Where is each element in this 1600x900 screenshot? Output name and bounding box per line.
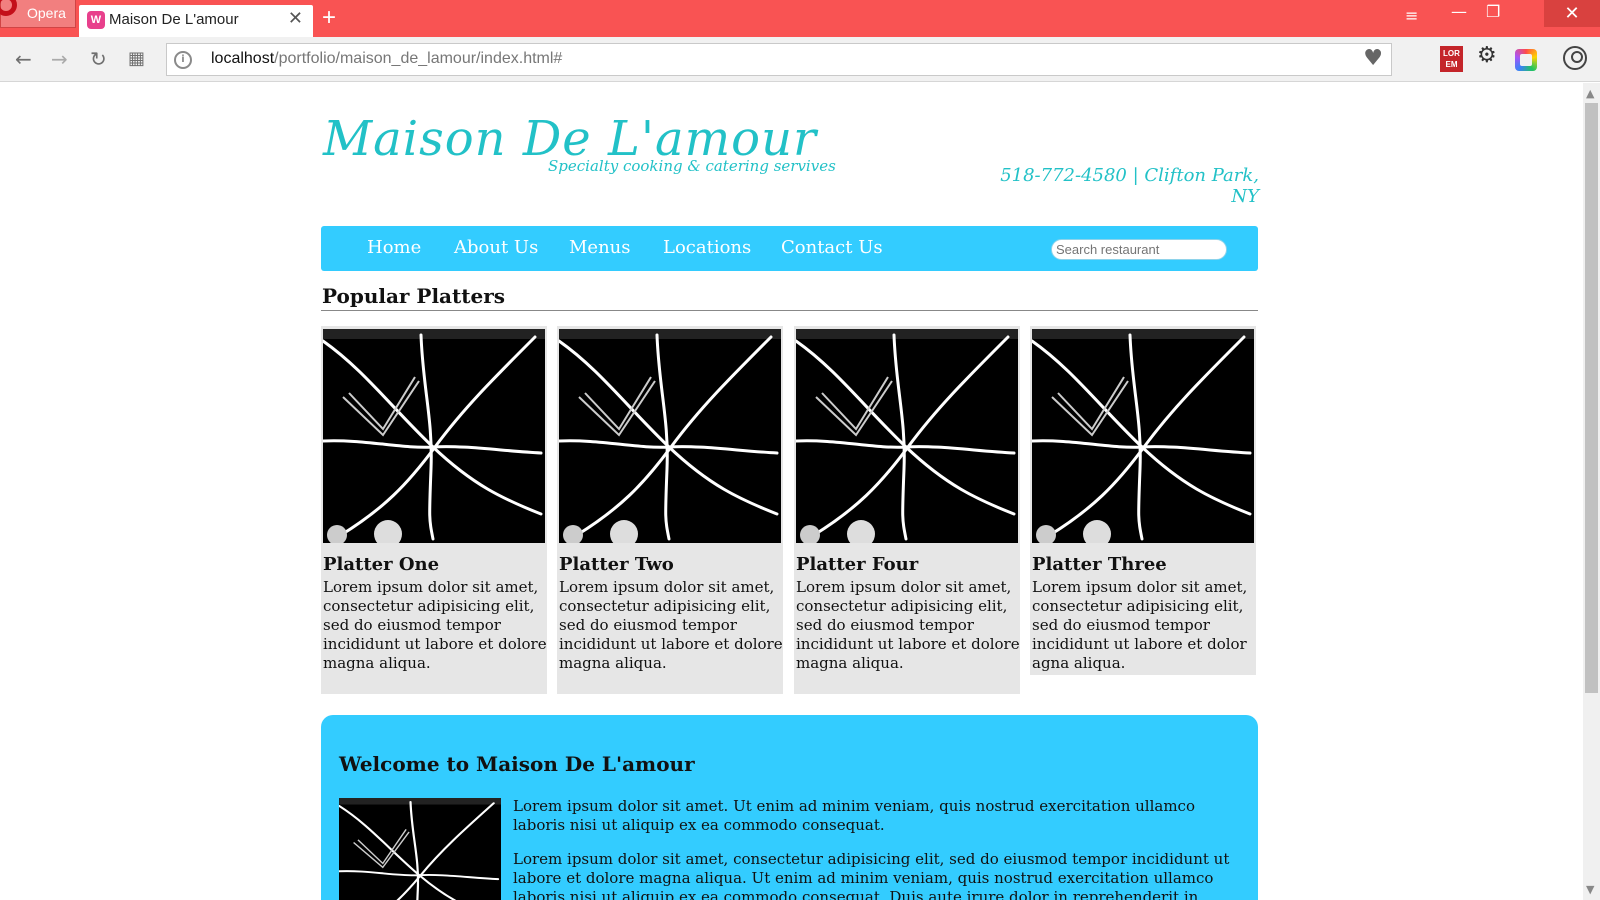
scroll-thumb[interactable]: [1585, 103, 1598, 693]
gear-icon[interactable]: ⚙: [1477, 43, 1497, 68]
nav-home[interactable]: Home: [367, 237, 421, 258]
user-icon[interactable]: [1563, 46, 1587, 70]
opera-logo-icon: [0, 0, 17, 16]
close-icon[interactable]: ✕: [288, 8, 303, 29]
platter-description: Lorem ipsum dolor sit amet, consectetur …: [1032, 578, 1248, 672]
url-host: localhost: [211, 50, 275, 67]
platter-image: [323, 329, 545, 543]
platter-title: Platter Three: [1032, 554, 1167, 575]
color-extension-icon[interactable]: [1515, 49, 1537, 71]
platter-image: [1032, 329, 1254, 543]
site-info-icon[interactable]: i: [174, 51, 192, 69]
url-path: /portfolio/maison_de_lamour/index.html#: [274, 50, 563, 67]
welcome-image: [339, 798, 501, 900]
reload-icon[interactable]: ↻: [90, 47, 107, 71]
site-tagline: Specialty cooking & catering servives: [548, 157, 836, 175]
tab-title: Maison De L'amour: [109, 11, 239, 28]
platter-image: [796, 329, 1018, 543]
welcome-title: Welcome to Maison De L'amour: [339, 752, 695, 776]
plus-icon[interactable]: +: [322, 4, 336, 32]
maximize-icon[interactable]: ❐: [1486, 2, 1500, 21]
platter-title: Platter One: [323, 554, 440, 575]
platter-description: Lorem ipsum dolor sit amet, consectetur …: [323, 578, 547, 672]
opera-label: Opera: [27, 5, 66, 21]
menu-icon[interactable]: ≡: [1405, 6, 1418, 25]
opera-menu-button[interactable]: Opera: [0, 0, 76, 28]
platter-card[interactable]: Platter Two Lorem ipsum dolor sit amet, …: [557, 326, 783, 694]
grid-icon[interactable]: ▦: [128, 48, 145, 69]
forward-icon[interactable]: →: [51, 47, 68, 71]
url-text[interactable]: localhost/portfolio/maison_de_lamour/ind…: [211, 50, 562, 68]
search-input[interactable]: [1051, 239, 1227, 260]
platter-title: Platter Four: [796, 554, 919, 575]
platter-card[interactable]: Platter Three Lorem ipsum dolor sit amet…: [1030, 326, 1256, 675]
platter-card[interactable]: Platter One Lorem ipsum dolor sit amet, …: [321, 326, 547, 694]
back-icon[interactable]: ←: [15, 47, 32, 71]
site-contact: 518-772-4580 | Clifton Park, NY: [1000, 165, 1259, 207]
lorem-extension-icon[interactable]: LOR EM: [1440, 46, 1463, 72]
nav-menus[interactable]: Menus: [569, 237, 631, 258]
browser-titlebar: Opera W Maison De L'amour ✕ + ≡ — ❐ ✕: [0, 0, 1600, 37]
welcome-section: Welcome to Maison De L'amour Lorem ipsum…: [321, 715, 1258, 900]
welcome-paragraph: Lorem ipsum dolor sit amet. Ut enim ad m…: [513, 797, 1195, 834]
heart-icon[interactable]: ♥: [1363, 46, 1383, 71]
main-nav: Home About Us Menus Locations Contact Us: [321, 226, 1258, 271]
scrollbar[interactable]: ▲ ▼: [1583, 83, 1600, 900]
scroll-down-icon[interactable]: ▼: [1586, 883, 1594, 896]
popular-heading: Popular Platters: [322, 284, 506, 308]
window-close-icon[interactable]: ✕: [1544, 0, 1600, 27]
tab-active[interactable]: W Maison De L'amour ✕: [79, 5, 313, 37]
nav-locations[interactable]: Locations: [663, 237, 751, 258]
address-bar[interactable]: i localhost/portfolio/maison_de_lamour/i…: [166, 43, 1392, 76]
page-viewport: Maison De L'amour Specialty cooking & ca…: [0, 83, 1583, 900]
minimize-icon[interactable]: —: [1451, 2, 1467, 21]
nav-contact-us[interactable]: Contact Us: [781, 237, 883, 258]
platter-card[interactable]: Platter Four Lorem ipsum dolor sit amet,…: [794, 326, 1020, 694]
platter-image: [559, 329, 781, 543]
platter-description: Lorem ipsum dolor sit amet, consectetur …: [559, 578, 783, 672]
browser-toolbar: ← → ↻ ▦ i localhost/portfolio/maison_de_…: [0, 37, 1600, 82]
section-divider: [321, 310, 1258, 311]
platter-title: Platter Two: [559, 554, 674, 575]
scroll-up-icon[interactable]: ▲: [1586, 87, 1594, 100]
nav-about-us[interactable]: About Us: [454, 237, 538, 258]
welcome-paragraph: Lorem ipsum dolor sit amet, consectetur …: [513, 850, 1230, 900]
platter-description: Lorem ipsum dolor sit amet, consectetur …: [796, 578, 1020, 672]
favicon-icon: W: [87, 11, 105, 29]
